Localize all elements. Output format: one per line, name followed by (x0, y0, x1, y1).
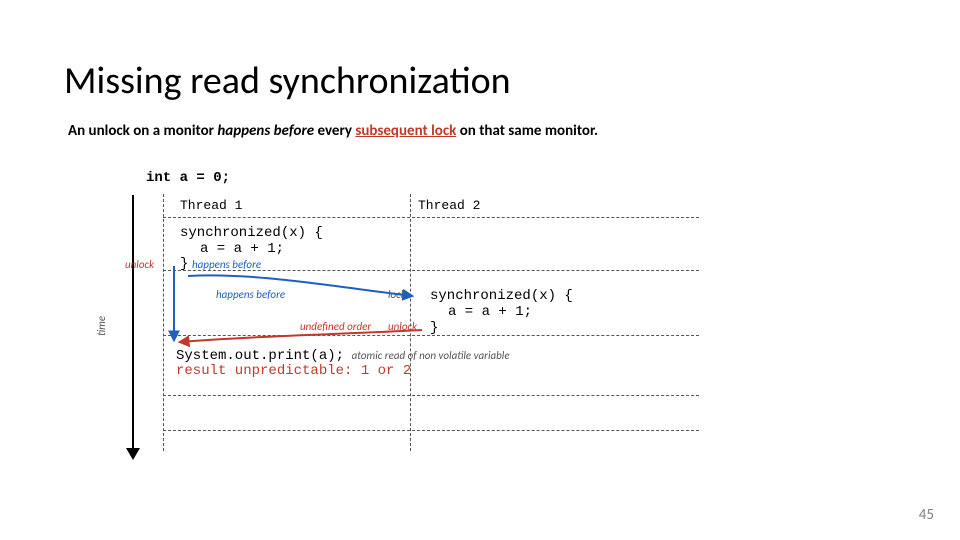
time-step-3 (163, 395, 699, 396)
t1-close-brace: } (180, 256, 188, 272)
t1-unlock-label: unlock (125, 258, 154, 271)
print-stmt: System.out.print(a); (176, 348, 344, 364)
slide-title: Missing read synchronization (64, 58, 511, 104)
t2-lock-label: lock (388, 288, 406, 301)
t1-increment: a = a + 1; (200, 241, 284, 257)
rule-highlight: subsequent lock (355, 122, 456, 140)
rule-mid: every (314, 122, 355, 140)
time-step-0 (163, 217, 699, 218)
t1-happens-before-1: happens before (192, 258, 261, 271)
thread1-label: Thread 1 (180, 198, 242, 213)
rule-suffix: on that same monitor. (456, 122, 598, 140)
result-line: result unpredictable: 1 or 2 (176, 363, 411, 379)
page-number: 45 (919, 506, 934, 524)
print-stmt-line: System.out.print(a); atomic read of non … (176, 345, 510, 364)
t2-close-brace: } (430, 320, 438, 336)
t1-sync-open: synchronized(x) { (180, 225, 323, 241)
time-axis-line (132, 195, 134, 450)
t2-increment: a = a + 1; (448, 304, 532, 320)
memory-model-rule: An unlock on a monitor happens before ev… (68, 122, 598, 140)
t2-unlock-label: unlock (388, 320, 417, 333)
init-code: int a = 0; (146, 170, 230, 186)
time-step-4 (163, 430, 699, 431)
atomic-note: atomic read of non volatile variable (352, 349, 510, 362)
t1-happens-before-2: happens before (216, 288, 285, 301)
time-axis-arrowhead-icon (126, 448, 140, 460)
t2-sync-open: synchronized(x) { (430, 288, 573, 304)
time-axis-label: time (95, 316, 108, 336)
rule-italic: happens before (217, 122, 314, 140)
thread1-column-line (163, 194, 164, 451)
rule-prefix: An unlock on a monitor (68, 122, 217, 140)
thread2-label: Thread 2 (418, 198, 480, 213)
thread-diagram: time int a = 0; Thread 1 Thread 2 synchr… (100, 170, 720, 470)
undefined-order-label: undefined order (300, 320, 371, 333)
